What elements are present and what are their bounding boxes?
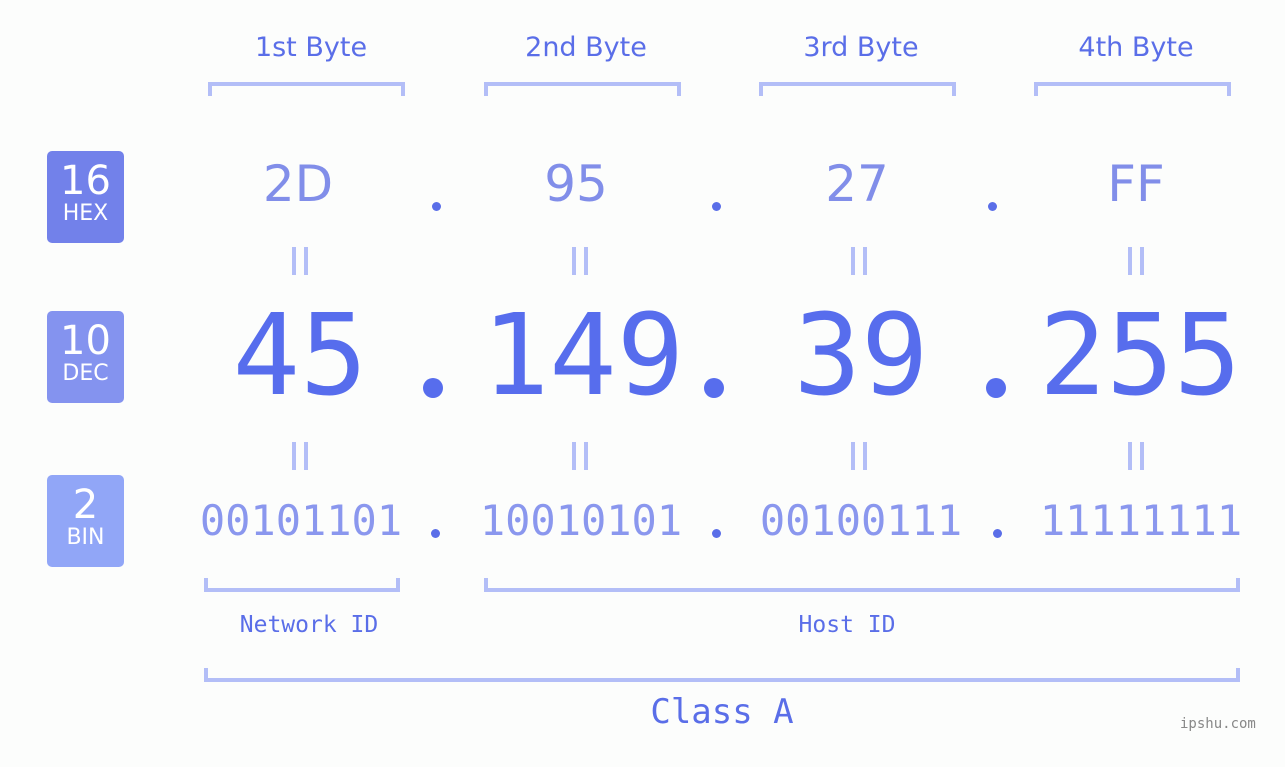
dec-octet-1: 45: [232, 291, 368, 421]
bin-separator-dot: [712, 529, 721, 538]
dec-octet-4: 255: [1038, 291, 1242, 421]
byte-bracket-4: [1034, 82, 1231, 96]
dec-separator-dot: [986, 378, 1006, 398]
bin-octet-1: 00101101: [199, 496, 403, 545]
equals-icon: [1128, 442, 1144, 470]
byte-header-3: 3rd Byte: [803, 32, 919, 63]
bin-separator-dot: [993, 529, 1002, 538]
dec-octet-3: 39: [793, 291, 929, 421]
host-id-bracket: [484, 578, 1240, 592]
dec-separator-dot: [423, 378, 443, 398]
hex-separator-dot: [988, 202, 997, 211]
equals-icon: [1128, 247, 1144, 275]
network-id-label: Network ID: [239, 612, 379, 638]
byte-bracket-2: [484, 82, 681, 96]
equals-icon: [851, 247, 867, 275]
hex-octet-4: FF: [1107, 155, 1165, 213]
equals-icon: [572, 247, 588, 275]
class-label: Class A: [650, 692, 794, 732]
hex-badge-label: HEX: [62, 201, 109, 226]
bin-badge: 2 BIN: [47, 475, 124, 567]
dec-separator-dot: [704, 378, 724, 398]
byte-header-2: 2nd Byte: [525, 32, 647, 63]
bin-octet-4: 11111111: [1039, 496, 1243, 545]
bin-badge-base: 2: [72, 482, 99, 528]
byte-bracket-3: [759, 82, 956, 96]
host-id-label: Host ID: [798, 612, 896, 638]
dec-badge: 10 DEC: [47, 311, 124, 403]
bin-octet-2: 10010101: [479, 496, 683, 545]
equals-icon: [572, 442, 588, 470]
class-bracket: [204, 668, 1240, 682]
dec-badge-base: 10: [60, 318, 111, 364]
hex-octet-1: 2D: [262, 155, 334, 213]
bin-octet-3: 00100111: [759, 496, 963, 545]
equals-icon: [292, 442, 308, 470]
equals-icon: [292, 247, 308, 275]
bin-badge-label: BIN: [66, 525, 105, 550]
equals-icon: [851, 442, 867, 470]
hex-separator-dot: [432, 202, 441, 211]
hex-badge: 16 HEX: [47, 151, 124, 243]
byte-header-4: 4th Byte: [1078, 32, 1194, 63]
byte-bracket-1: [208, 82, 405, 96]
hex-octet-2: 95: [544, 155, 608, 213]
network-id-bracket: [204, 578, 400, 592]
byte-header-1: 1st Byte: [254, 32, 368, 63]
hex-separator-dot: [712, 202, 721, 211]
hex-badge-base: 16: [60, 158, 111, 204]
bin-separator-dot: [431, 529, 440, 538]
dec-octet-2: 149: [481, 291, 685, 421]
dec-badge-label: DEC: [62, 361, 109, 386]
watermark: ipshu.com: [1180, 716, 1256, 732]
hex-octet-3: 27: [825, 155, 889, 213]
